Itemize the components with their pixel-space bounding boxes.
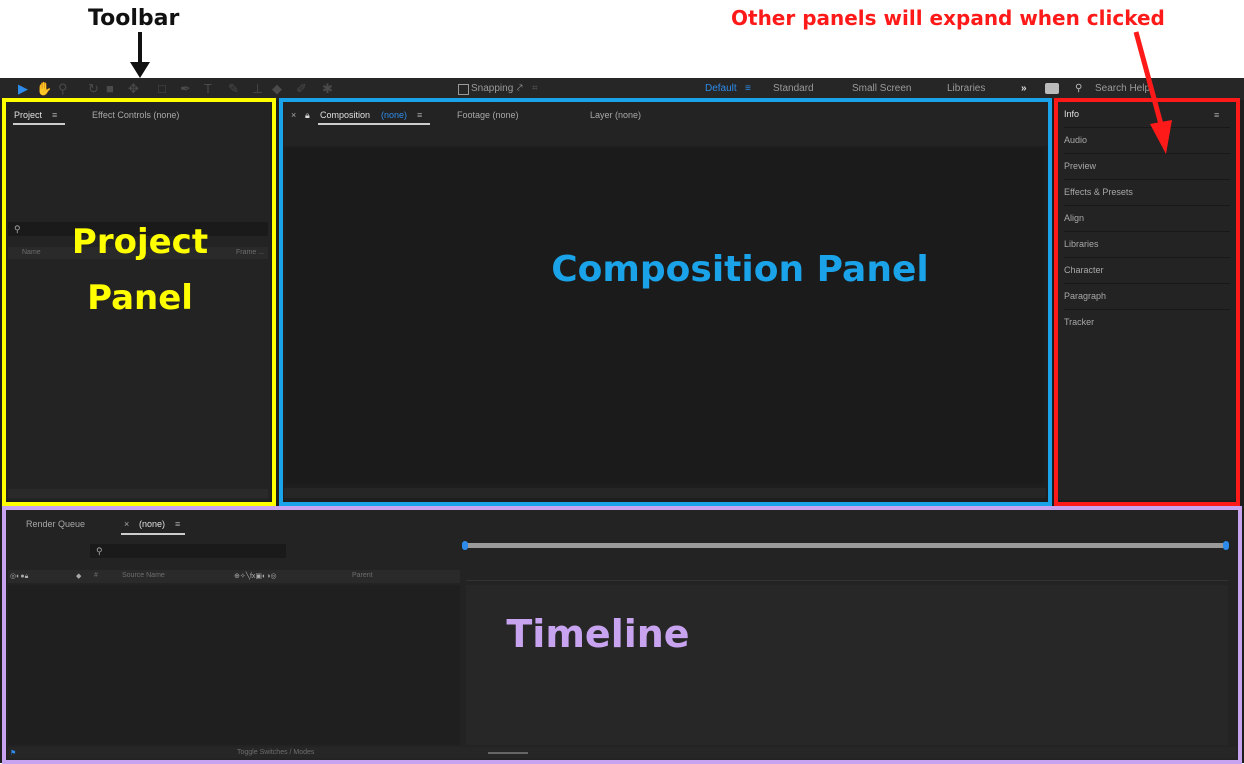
toolbar-annotation-arrow bbox=[130, 32, 150, 78]
pen-tool-icon[interactable]: ✒ bbox=[180, 82, 191, 96]
puppet-tool-icon[interactable]: ✱ bbox=[322, 82, 333, 96]
clone-stamp-tool-icon[interactable]: ⊥ bbox=[252, 82, 263, 96]
right-panel-outline bbox=[1054, 98, 1240, 506]
more-workspaces-icon[interactable]: » bbox=[1021, 83, 1027, 94]
brush-tool-icon[interactable]: ✎ bbox=[228, 82, 239, 96]
other-panels-annotation-label: Other panels will expand when clicked bbox=[731, 6, 1165, 30]
hand-tool-icon[interactable]: ✋ bbox=[36, 82, 52, 96]
selection-tool-icon[interactable]: ▶ bbox=[18, 82, 28, 96]
composition-panel-outline bbox=[279, 98, 1052, 506]
workspace-menu-icon[interactable]: ≡ bbox=[745, 83, 751, 94]
type-tool-icon[interactable]: T bbox=[204, 82, 212, 96]
workspace-sync-icon[interactable] bbox=[1045, 83, 1059, 94]
pan-behind-tool-icon[interactable]: ✥ bbox=[128, 82, 139, 96]
rotate-tool-icon[interactable]: ↻ bbox=[88, 82, 99, 96]
timeline-label: Timeline bbox=[506, 612, 690, 656]
other-panels-annotation-arrow bbox=[1133, 31, 1172, 154]
workspace-standard[interactable]: Standard bbox=[773, 83, 814, 94]
project-panel-label: Project Panel bbox=[71, 222, 209, 318]
composition-panel-label: Composition Panel bbox=[551, 249, 929, 290]
snapping-label: Snapping bbox=[471, 83, 514, 94]
eraser-tool-icon[interactable]: ◆ bbox=[272, 82, 282, 96]
roto-brush-tool-icon[interactable]: ✐ bbox=[296, 82, 307, 96]
search-icon: ⚲ bbox=[1075, 83, 1083, 94]
camera-tool-icon[interactable]: ■ bbox=[106, 82, 114, 96]
shape-tool-icon[interactable]: □ bbox=[158, 82, 166, 96]
zoom-tool-icon[interactable]: ⚲ bbox=[58, 82, 68, 96]
snapping-checkbox[interactable] bbox=[458, 84, 469, 95]
workspace-default[interactable]: Default bbox=[705, 83, 737, 94]
workspace-small-screen[interactable]: Small Screen bbox=[852, 83, 911, 94]
snapping-options-icon[interactable]: ⤤ bbox=[517, 83, 523, 94]
snap-grid-icon[interactable]: ⌗ bbox=[532, 83, 538, 94]
toolbar-annotation-label: Toolbar bbox=[88, 6, 180, 31]
workspace-libraries[interactable]: Libraries bbox=[947, 83, 985, 94]
